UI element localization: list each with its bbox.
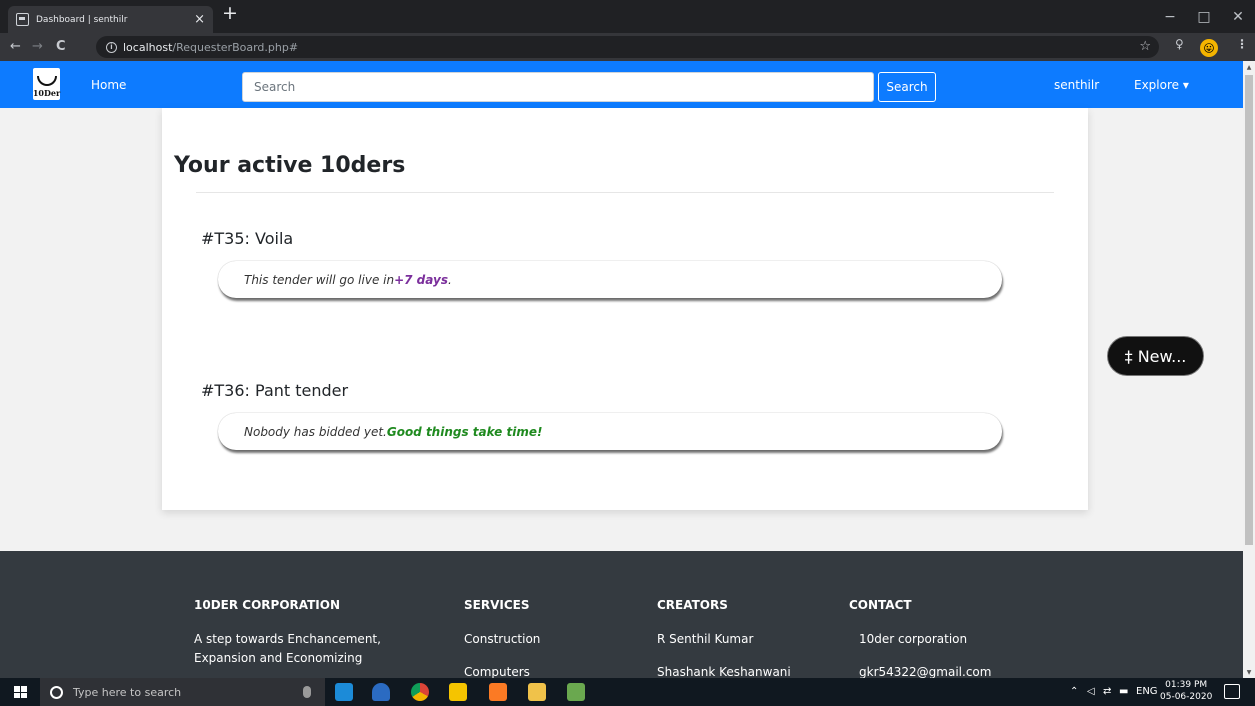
browser-menu-icon[interactable]: ⋮ [1236, 37, 1248, 51]
tender-status-pill: This tender will go live in +7 days . [218, 261, 1002, 298]
tab-title: Dashboard | senthilr [36, 14, 128, 25]
taskbar-search-placeholder: Type here to search [73, 685, 182, 699]
url-path: /RequesterBoard.php# [172, 40, 299, 54]
footer-column-services: SERVICES Construction Computers [464, 598, 540, 678]
file-explorer-icon[interactable] [528, 683, 546, 701]
footer-link[interactable]: Computers [464, 663, 540, 678]
address-bar[interactable]: i localhost /RequesterBoard.php# ☆ [96, 36, 1159, 58]
logo-cup-icon [36, 76, 57, 86]
bookmark-star-icon[interactable]: ☆ [1139, 39, 1151, 54]
page-title: Your active 10ders [174, 153, 406, 178]
mail-icon[interactable] [335, 683, 353, 701]
tender-status-text: This tender will go live in [244, 272, 395, 287]
nav-user-link[interactable]: senthilr [1054, 78, 1099, 92]
site-footer: 10DER CORPORATION A step towards Enchanc… [0, 551, 1243, 678]
site-info-icon[interactable]: i [106, 41, 117, 53]
active-tenders-card: Your active 10ders #T35: Voila This tend… [162, 108, 1088, 510]
cortana-circle-icon [50, 685, 63, 699]
main-content: Your active 10ders #T35: Voila This tend… [0, 108, 1243, 551]
new-tender-button[interactable]: ‡ New... [1107, 336, 1204, 376]
notification-center-icon[interactable] [1224, 684, 1240, 699]
window-maximize-button[interactable]: □ [1187, 0, 1221, 33]
extension-icon[interactable]: ♀ [1175, 37, 1184, 51]
battery-icon[interactable]: ▬ [1119, 686, 1128, 697]
volume-icon[interactable]: ◁ [1087, 686, 1095, 697]
tab-close-icon[interactable]: × [194, 13, 205, 26]
back-arrow-icon[interactable]: ← [10, 37, 21, 57]
footer-email-link[interactable]: gkr54322@gmail.com [849, 663, 991, 678]
tender-status-highlight: +7 days [394, 272, 448, 287]
profile-avatar-icon[interactable]: 😛 [1200, 39, 1218, 57]
windows-taskbar: Type here to search ⌃ ◁ ⇄ ▬ ENG 01:39 PM… [0, 678, 1255, 706]
editor-icon[interactable] [567, 683, 585, 701]
scroll-up-icon[interactable]: ▲ [1243, 61, 1255, 73]
clock-date: 05-06-2020 [1160, 692, 1213, 702]
footer-column-corporation: 10DER CORPORATION A step towards Enchanc… [194, 598, 381, 668]
tender-status-text: Nobody has bidded yet. [244, 424, 387, 439]
microphone-icon[interactable] [303, 686, 311, 698]
browser-tab[interactable]: Dashboard | senthilr × [8, 6, 213, 33]
footer-link[interactable]: Construction [464, 630, 540, 649]
page-favicon-icon [16, 13, 29, 26]
tender-status-pill: Nobody has bidded yet. Good things take … [218, 413, 1002, 450]
site-logo[interactable]: 10Der [33, 68, 60, 100]
chrome-icon[interactable] [411, 683, 429, 701]
sticky-notes-icon[interactable] [449, 683, 467, 701]
footer-column-creators: CREATORS R Senthil Kumar Shashank Keshan… [657, 598, 791, 678]
browser-tab-strip: Dashboard | senthilr × + − □ ✕ [0, 0, 1255, 33]
browser-toolbar: ← → C i localhost /RequesterBoard.php# ☆… [0, 33, 1255, 61]
scrollbar-thumb[interactable] [1245, 75, 1253, 545]
tray-chevron-icon[interactable]: ⌃ [1070, 686, 1078, 697]
xampp-icon[interactable] [489, 683, 507, 701]
window-minimize-button[interactable]: − [1153, 0, 1187, 33]
search-button[interactable]: Search [878, 72, 936, 102]
tender-title[interactable]: #T36: Pant tender [201, 381, 348, 400]
forward-arrow-icon[interactable]: → [32, 37, 43, 57]
taskbar-search-box[interactable]: Type here to search [40, 678, 325, 706]
tender-status-highlight: Good things take time! [386, 424, 543, 439]
nav-home-link[interactable]: Home [91, 78, 126, 92]
footer-heading: 10DER CORPORATION [194, 598, 341, 612]
footer-line: R Senthil Kumar [657, 632, 754, 646]
footer-line: Shashank Keshanwani [657, 665, 791, 678]
title-divider [196, 192, 1054, 193]
search-input[interactable] [242, 72, 874, 102]
taskbar-clock[interactable]: 01:39 PM 05-06-2020 [1160, 679, 1212, 703]
app-icon[interactable] [372, 683, 390, 701]
reload-icon[interactable]: C [56, 37, 66, 57]
language-indicator[interactable]: ENG [1136, 686, 1158, 697]
nav-explore-dropdown[interactable]: Explore ▾ [1134, 78, 1189, 92]
footer-line: A step towards Enchancement, [194, 632, 381, 646]
tender-title[interactable]: #T35: Voila [201, 229, 293, 248]
footer-line: Expansion and Economizing [194, 651, 363, 665]
logo-text: 10Der [32, 88, 61, 98]
page-scrollbar[interactable]: ▲ ▼ [1243, 61, 1255, 678]
windows-start-icon[interactable] [14, 686, 27, 698]
footer-heading: CREATORS [657, 598, 728, 612]
window-close-button[interactable]: ✕ [1221, 0, 1255, 33]
footer-heading: SERVICES [464, 598, 530, 612]
network-icon[interactable]: ⇄ [1103, 686, 1111, 697]
footer-heading: CONTACT [849, 598, 912, 612]
footer-line: 10der corporation [859, 632, 968, 646]
clock-time: 01:39 PM [1165, 680, 1208, 690]
url-host: localhost [123, 40, 173, 54]
footer-column-contact: CONTACT 10der corporation gkr54322@gmail… [849, 598, 991, 678]
new-tab-button[interactable]: + [222, 4, 238, 23]
tender-status-suffix: . [447, 272, 452, 287]
scroll-down-icon[interactable]: ▼ [1243, 666, 1255, 678]
